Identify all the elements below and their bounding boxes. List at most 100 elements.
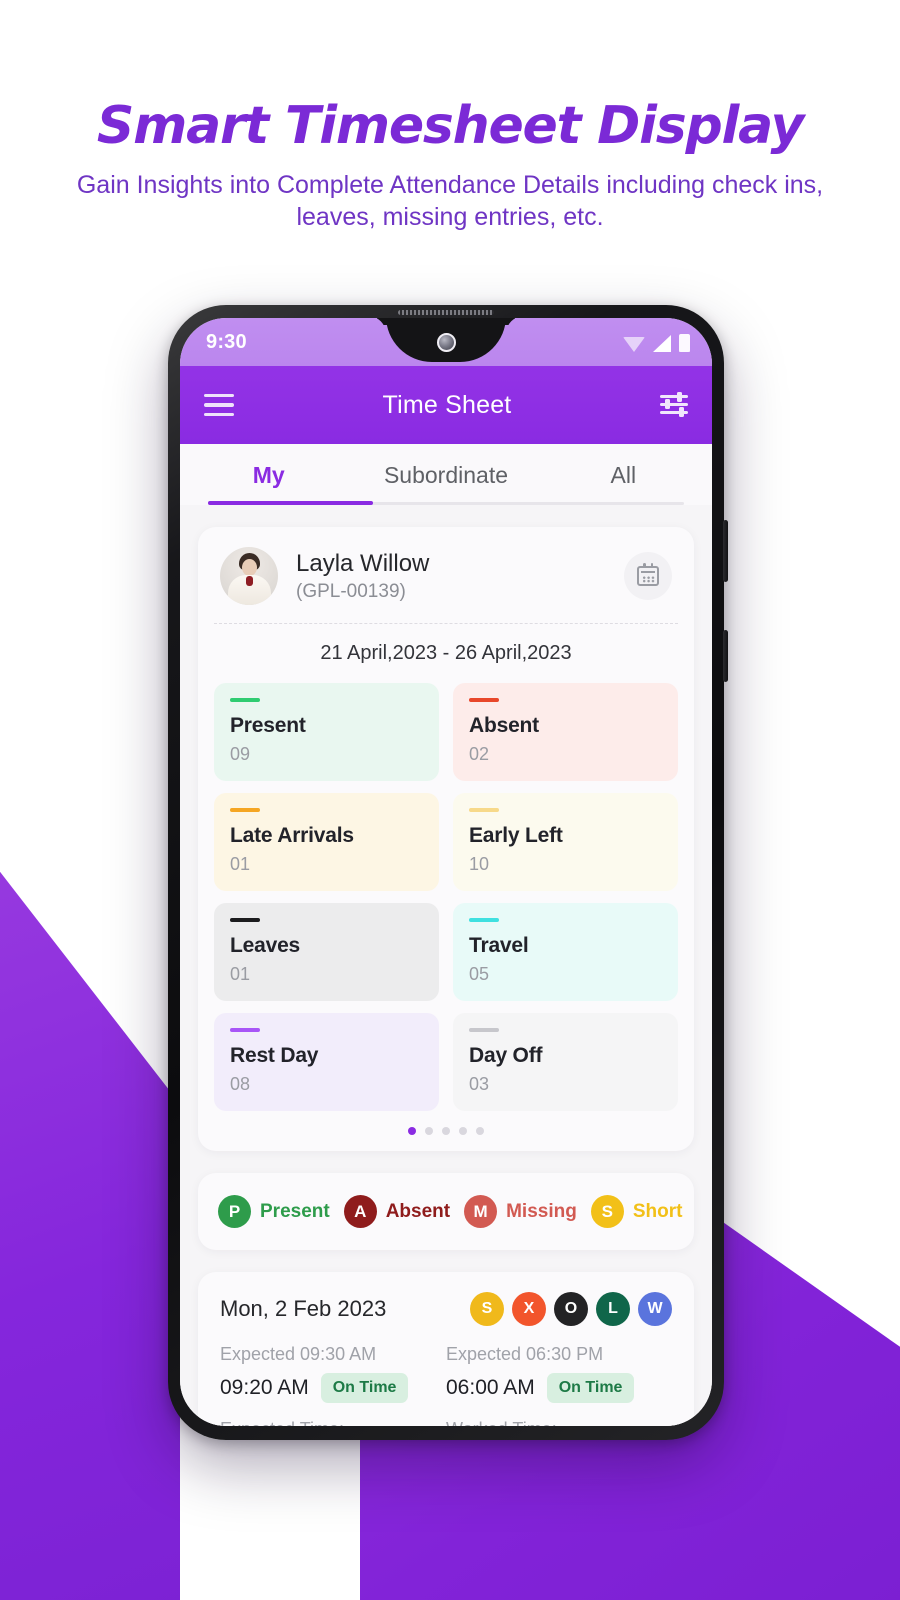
stat-label: Rest Day — [230, 1044, 319, 1067]
app-bar: Time Sheet — [180, 366, 712, 444]
stat-label: Late Arrivals — [230, 824, 354, 847]
promo-subheadline: Gain Insights into Complete Attendance D… — [76, 171, 824, 231]
front-camera-icon — [436, 332, 456, 352]
profile-text: Layla Willow (GPL-00139) — [296, 549, 429, 603]
timesheet-entry-card[interactable]: Mon, 2 Feb 2023 SXOLW Expected 09:30 AM … — [198, 1272, 694, 1426]
legend-label: Absent — [385, 1200, 451, 1222]
stat-grid: Present 09 Absent 02 Late Arrivals 01 Ea… — [198, 679, 694, 1111]
legend-label: Short — [632, 1200, 683, 1222]
check-out-column: Expected 06:30 PM 06:00 AM On Time — [446, 1344, 672, 1403]
stat-accent-bar — [469, 698, 499, 702]
employee-id: (GPL-00139) — [296, 581, 406, 602]
legend-label: Missing — [506, 1200, 577, 1222]
entry-status-chip[interactable]: S — [470, 1292, 504, 1326]
avatar — [220, 547, 278, 605]
pagination-dot[interactable] — [425, 1127, 433, 1135]
stat-value: 10 — [469, 854, 490, 874]
tab-my[interactable]: My — [180, 462, 357, 505]
promo-headline: Smart Timesheet Display — [96, 96, 805, 156]
employee-name: Layla Willow — [296, 550, 430, 577]
date-range-label: 21 April,2023 - 26 April,2023 — [320, 642, 572, 664]
entry-times: Expected 09:30 AM 09:20 AM On Time Expec… — [220, 1344, 672, 1403]
legend-item-missing[interactable]: M Missing — [464, 1195, 577, 1228]
stat-accent-bar — [230, 1028, 260, 1032]
stat-label: Day Off — [469, 1044, 543, 1067]
volume-button[interactable] — [723, 520, 728, 582]
background-shape-left — [0, 820, 180, 1600]
legend-bubble: S — [590, 1195, 624, 1228]
check-out-expected: Expected 06:30 PM — [446, 1344, 604, 1364]
stat-label: Early Left — [469, 824, 563, 847]
tab-active-indicator — [208, 501, 373, 505]
stat-value: 09 — [230, 744, 251, 764]
stat-card-rest-day[interactable]: Rest Day 08 — [214, 1013, 439, 1111]
status-bar-icons — [623, 332, 690, 352]
stat-accent-bar — [469, 808, 499, 812]
screen-body: My Subordinate All Layla Willow (GPL-001… — [180, 444, 712, 1426]
status-bar-clock: 9:30 — [206, 330, 247, 353]
stat-label: Absent — [469, 714, 539, 737]
stat-card-present[interactable]: Present 09 — [214, 683, 439, 781]
stat-value: 02 — [469, 744, 490, 764]
worked-time-label: Worked Time: — [446, 1419, 672, 1426]
stat-card-late-arrivals[interactable]: Late Arrivals 01 — [214, 793, 439, 891]
calendar-icon — [637, 563, 659, 586]
stat-value: 01 — [230, 964, 251, 984]
stat-value: 08 — [230, 1074, 251, 1094]
entry-status-chip[interactable]: X — [512, 1292, 546, 1326]
stat-value: 03 — [469, 1074, 490, 1094]
stat-card-absent[interactable]: Absent 02 — [453, 683, 678, 781]
legend-bubble: M — [464, 1195, 498, 1228]
stat-accent-bar — [230, 698, 260, 702]
hamburger-menu-icon[interactable] — [204, 393, 234, 417]
promo-screenshot: Smart Timesheet Display Gain Insights in… — [0, 0, 900, 1600]
pagination-dot[interactable] — [408, 1127, 416, 1135]
entry-status-chip[interactable]: W — [638, 1292, 672, 1326]
signal-icon — [653, 335, 671, 352]
scroll-area[interactable]: Layla Willow (GPL-00139) 21 April,2023 -… — [180, 527, 712, 1426]
stat-card-day-off[interactable]: Day Off 03 — [453, 1013, 678, 1111]
summary-card: Layla Willow (GPL-00139) 21 April,2023 -… — [198, 527, 694, 1151]
legend-bubble: A — [343, 1195, 377, 1228]
entry-status-chips: SXOLW — [470, 1292, 672, 1326]
stat-card-leaves[interactable]: Leaves 01 — [214, 903, 439, 1001]
pagination-dot[interactable] — [442, 1127, 450, 1135]
tab-subordinate[interactable]: Subordinate — [357, 462, 534, 505]
tune-filter-icon[interactable] — [660, 391, 688, 418]
stat-value: 05 — [469, 964, 490, 984]
stat-card-early-left[interactable]: Early Left 10 — [453, 793, 678, 891]
battery-icon — [679, 334, 690, 352]
check-in-actual: 09:20 AM — [220, 1376, 309, 1399]
status-bar: 9:30 — [180, 318, 712, 366]
calendar-button[interactable] — [624, 552, 672, 600]
stat-accent-bar — [469, 1028, 499, 1032]
check-in-status-badge: On Time — [320, 1373, 409, 1403]
pagination-dot[interactable] — [459, 1127, 467, 1135]
stat-card-travel[interactable]: Travel 05 — [453, 903, 678, 1001]
legend-item-absent[interactable]: A Absent — [343, 1195, 451, 1228]
legend-item-present[interactable]: P Present — [218, 1195, 330, 1228]
entry-date: Mon, 2 Feb 2023 — [220, 1296, 387, 1321]
power-button[interactable] — [723, 630, 728, 682]
entry-footer: Expected Time: Worked Time: — [220, 1419, 672, 1426]
entry-header: Mon, 2 Feb 2023 SXOLW — [220, 1292, 672, 1326]
earpiece-grille — [398, 310, 494, 315]
legend-card: P Present A Absent M Missing S Short — [198, 1173, 694, 1250]
check-in-expected: Expected 09:30 AM — [220, 1344, 377, 1364]
check-out-status-badge: On Time — [546, 1373, 635, 1403]
entry-status-chip[interactable]: L — [596, 1292, 630, 1326]
phone-screen: 9:30 Time Sheet My Subordinate All Layla… — [180, 318, 712, 1426]
camera-notch — [386, 318, 506, 362]
tab-all[interactable]: All — [535, 462, 712, 505]
legend-bubble: P — [218, 1195, 251, 1228]
tab-bar: My Subordinate All — [180, 444, 712, 505]
legend-label: Present — [260, 1200, 330, 1222]
stat-label: Leaves — [230, 934, 301, 957]
expected-time-label: Expected Time: — [220, 1419, 446, 1426]
stat-value: 01 — [230, 854, 251, 874]
entry-status-chip[interactable]: O — [554, 1292, 588, 1326]
pagination-dot[interactable] — [476, 1127, 484, 1135]
stat-label: Travel — [469, 934, 529, 957]
carousel-pagination[interactable] — [198, 1111, 694, 1151]
legend-item-short[interactable]: S Short — [590, 1195, 683, 1228]
